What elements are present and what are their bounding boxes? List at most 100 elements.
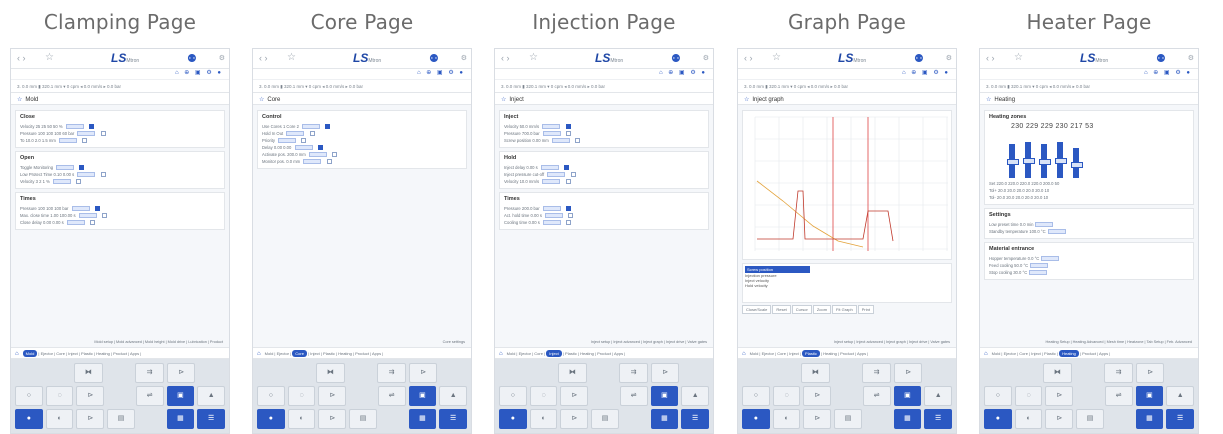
sub-tabs[interactable]: Mold setup | Mold advanced | Mold height… [11,337,229,347]
plasticize-key[interactable]: ⊳ [318,409,347,429]
graph-button[interactable]: Close/Scale [742,305,772,314]
value-field[interactable] [542,179,561,185]
alarm-key[interactable]: ▲ [197,386,226,406]
heater-key[interactable]: ▣ [893,386,922,406]
light-key[interactable]: ◐ [287,409,316,429]
nozzle-key[interactable]: ⇌ [1104,386,1133,406]
sub-tabs[interactable]: Heating Setup | Heating Advanced | Mesh … [980,337,1198,347]
purge-key[interactable]: ▤ [1076,409,1104,429]
zone-bar[interactable] [1023,142,1035,178]
module-tab[interactable]: Product [840,351,854,356]
inject-key[interactable]: ⊳ [560,386,589,406]
home-icon[interactable]: ⌂ [984,351,988,357]
menu-key[interactable]: ☰ [1166,409,1195,429]
module-tab[interactable]: Ejector [41,351,53,356]
home-icon[interactable]: ⌂ [15,351,19,357]
module-tab[interactable]: Plastic [323,351,335,356]
module-tab[interactable]: Plastic [1044,351,1056,356]
value-field[interactable] [545,213,564,219]
light-key[interactable]: ◐ [529,409,558,429]
inject-key[interactable]: ⊳ [318,386,347,406]
mold-close-key[interactable]: ⧓ [1043,363,1072,383]
setting-row[interactable]: Low Protect Time 0.10 0.00 s [20,171,220,178]
module-tab[interactable]: Mold [750,351,759,356]
zone-bar[interactable] [1055,142,1067,178]
star-icon[interactable]: ☆ [45,52,54,63]
graph-button[interactable]: Fit Graph [832,305,857,314]
setting-row[interactable]: Stop cooling 30.0 °C [989,269,1189,276]
option-checkbox[interactable] [309,131,315,137]
user-icon[interactable]: ⚉ [187,52,197,65]
purge-key[interactable]: ▤ [349,409,377,429]
module-tab[interactable]: Ejector [762,351,774,356]
setting-row[interactable]: Velocity 25 25 50 50 % [20,123,220,130]
star-icon[interactable]: ☆ [1014,52,1023,63]
settings-icon[interactable]: ⚙ [946,54,952,62]
auto-key[interactable]: ▦ [408,409,437,429]
module-tab[interactable]: Heating [823,351,837,356]
mold-close-key[interactable]: ⧓ [558,363,587,383]
value-field[interactable] [59,138,78,144]
module-tab[interactable]: Product [113,351,127,356]
module-tab[interactable]: Apps [614,351,623,356]
setting-row[interactable]: Velocity 3 2 1 % [20,178,220,185]
nozzle-key[interactable]: ⇌ [135,386,164,406]
zone-bar[interactable] [1007,144,1019,178]
auto-key[interactable]: ▦ [1135,409,1164,429]
option-checkbox[interactable] [568,213,574,219]
value-field[interactable] [1030,263,1049,269]
ejector-key[interactable]: ⇉ [862,363,891,383]
module-tab[interactable]: Ejector [519,351,531,356]
core-key[interactable]: ⊳ [166,363,196,383]
option-checkbox[interactable] [575,138,581,144]
light-key[interactable]: ◐ [45,409,74,429]
module-tab[interactable]: Heating [1059,350,1079,357]
star-icon[interactable]: ☆ [529,52,538,63]
nozzle-key[interactable]: ⇌ [377,386,406,406]
inject-key[interactable]: ⊳ [76,386,105,406]
module-tab[interactable]: Core [1019,351,1028,356]
setting-row[interactable]: Toggle Monitoring [20,164,220,171]
setting-row[interactable]: Pressure 700.0 bar [504,130,704,137]
module-tab[interactable]: Inject [310,351,320,356]
value-field[interactable] [294,145,313,151]
setting-row[interactable]: Monitor pos. 0.0 mm [262,158,462,165]
value-field[interactable] [547,172,566,178]
settings-icon[interactable]: ⚙ [219,54,225,62]
settings-icon[interactable]: ⚙ [461,54,467,62]
module-tab[interactable]: Ejector [277,351,289,356]
setting-row[interactable]: Low preset time 0.0 min [989,221,1189,228]
home-icon[interactable]: ⌂ [499,351,503,357]
settings-icon[interactable]: ⚙ [1188,54,1194,62]
ejector-key[interactable]: ⇉ [1104,363,1133,383]
home-icon[interactable]: ⌂ [257,351,261,357]
star-icon[interactable]: ☆ [772,52,781,63]
value-field[interactable] [1047,229,1066,235]
option-checkbox[interactable] [317,145,323,151]
user-icon[interactable]: ⚉ [429,52,439,65]
manual-key[interactable]: ○ [15,386,43,406]
option-checkbox[interactable] [101,213,107,219]
user-icon[interactable]: ⚉ [671,52,681,65]
curve-item[interactable]: Hold velocity [745,283,949,288]
setting-row[interactable]: Pressure 100 100 100 bar [20,205,220,212]
nav-arrows-icon[interactable]: ‹ › [501,53,510,63]
value-field[interactable] [1041,256,1060,262]
menu-key[interactable]: ☰ [197,409,226,429]
graph-button[interactable]: Print [857,305,874,314]
option-checkbox[interactable] [570,172,576,178]
setting-row[interactable]: Feed cooling 50.0 °C [989,262,1189,269]
module-tab[interactable]: Product [1082,351,1096,356]
auto-key[interactable]: ▦ [650,409,679,429]
plasticize-key[interactable]: ⊳ [1045,409,1074,429]
value-field[interactable] [78,213,97,219]
value-field[interactable] [71,206,90,212]
home-icon[interactable]: ⌂ [742,351,746,357]
nozzle-key[interactable]: ⇌ [862,386,891,406]
module-tab[interactable]: Apps [1099,351,1108,356]
setting-row[interactable]: Act. hold time 0.00 s [504,212,704,219]
module-tab[interactable]: Heating [96,351,110,356]
heater-key[interactable]: ▣ [408,386,437,406]
module-tab[interactable]: Mold [992,351,1001,356]
value-field[interactable] [542,206,561,212]
